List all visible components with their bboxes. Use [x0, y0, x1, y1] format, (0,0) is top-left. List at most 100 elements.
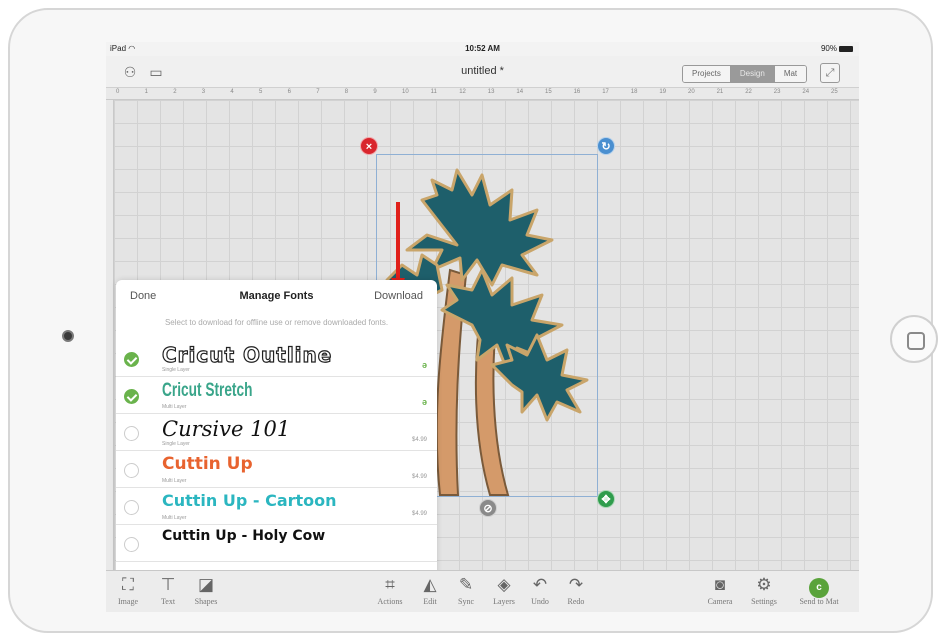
ruler-mark: 9	[373, 89, 377, 95]
font-row[interactable]: Cricut Outline Single Layer ә	[116, 340, 437, 377]
battery-indicator: 90%	[821, 44, 853, 53]
font-row[interactable]: Cricut Stretch Multi Layer ә	[116, 377, 437, 414]
camera-icon: ◙	[714, 575, 726, 594]
checkmark-icon[interactable]	[124, 389, 139, 404]
ruler-mark: 21	[716, 89, 724, 95]
redo-icon: ↷	[568, 575, 584, 594]
image-add-icon: ⛶	[122, 575, 134, 594]
ruler-mark: 11	[430, 89, 437, 95]
send-to-mat-button[interactable]: c Send to Mat	[794, 575, 844, 606]
shapes-button[interactable]: ◪ Shapes	[186, 575, 226, 606]
status-bar: iPad ◠ 10:52 AM 90%	[106, 42, 859, 56]
layers-icon: ◈	[497, 575, 511, 594]
app-screen: iPad ◠ 10:52 AM 90% ⚇ ▭ untitled * Proje…	[106, 42, 859, 612]
font-row[interactable]: Cuttin Up - Holy Cow	[116, 525, 437, 562]
undo-button[interactable]: ↶ Undo	[520, 575, 560, 606]
ruler-mark: 7	[316, 89, 320, 95]
redo-button[interactable]: ↷ Redo	[556, 575, 596, 606]
edit-button[interactable]: ◭ Edit	[410, 575, 450, 606]
panel-header: Done Manage Fonts Download	[116, 280, 437, 312]
font-type: Single Layer	[162, 367, 190, 373]
ruler-mark: 4	[230, 89, 234, 95]
download-button[interactable]: Download	[374, 290, 423, 302]
manage-fonts-panel: Done Manage Fonts Download Select to dow…	[116, 280, 437, 612]
rotate-handle-icon[interactable]: ↻	[597, 137, 615, 155]
ruler-mark: 12	[459, 89, 466, 95]
view-segmented-control: Projects Design Mat	[682, 65, 808, 83]
unchecked-circle-icon[interactable]	[124, 463, 139, 478]
unchecked-circle-icon[interactable]	[124, 537, 139, 552]
ruler-mark: 5	[259, 89, 263, 95]
delete-handle-icon[interactable]: ×	[360, 137, 378, 155]
panel-subtitle: Select to download for offline use or re…	[164, 318, 389, 327]
font-price: $4.99	[411, 511, 427, 517]
ruler-mark: 23	[773, 89, 781, 95]
tab-mat[interactable]: Mat	[774, 66, 807, 82]
ruler-mark: 6	[287, 89, 291, 95]
edit-icon: ◭	[423, 575, 437, 594]
ruler-mark: 25	[831, 89, 838, 95]
font-type: Multi Layer	[162, 478, 187, 484]
undo-icon: ↶	[532, 575, 548, 594]
home-button[interactable]	[890, 315, 938, 363]
sync-button[interactable]: ✎ Sync	[446, 575, 486, 606]
ruler-mark: 10	[402, 89, 409, 95]
horizontal-ruler: 0 1 2 3 4 5 6 7 8 9 10 11 12 13 14 15 16 17 18 19 20 21 22 23 24…	[106, 88, 859, 100]
ruler-mark: 13	[487, 89, 495, 95]
actions-button[interactable]: ⌗ Actions	[370, 575, 410, 606]
battery-icon	[839, 45, 853, 52]
ruler-mark: 2	[173, 89, 177, 95]
settings-button[interactable]: ⚙ Settings	[744, 575, 784, 606]
font-name: Cuttin Up - Cartoon	[162, 491, 337, 510]
camera-button[interactable]: ◙ Camera	[700, 575, 740, 606]
nav-bar: ⚇ ▭ untitled * Projects Design Mat ⤢	[106, 56, 859, 88]
ruler-mark: 22	[745, 89, 752, 95]
unchecked-circle-icon[interactable]	[124, 500, 139, 515]
text-add-icon: ⊤	[160, 575, 176, 594]
resize-handle-icon[interactable]: ✥	[597, 490, 615, 508]
ruler-mark: 19	[659, 89, 667, 95]
ruler-mark: 17	[602, 89, 609, 95]
ruler-mark: 1	[144, 89, 148, 95]
unchecked-circle-icon[interactable]	[124, 426, 139, 441]
clock: 10:52 AM	[465, 44, 500, 53]
vertical-ruler	[106, 100, 114, 570]
font-name: Cricut Stretch	[162, 380, 253, 401]
font-type: Multi Layer	[162, 515, 187, 521]
ruler-mark: 3	[201, 89, 206, 95]
font-name: Cricut Outline	[161, 342, 333, 367]
downloaded-icon: ә	[421, 360, 427, 370]
gear-icon: ⚙	[756, 575, 772, 594]
bottom-toolbar: ⛶ Image ⊤ Text ◪ Shapes ⌗ Actions ◭ Edit…	[106, 570, 859, 612]
font-name: Cuttin Up	[162, 454, 253, 474]
ruler-mark: 24	[802, 89, 810, 95]
ruler-mark: 15	[545, 89, 552, 95]
font-list: Cricut Outline Single Layer ә Cricut Str…	[116, 340, 437, 562]
send-to-mat-icon: c	[809, 578, 829, 598]
front-camera	[62, 330, 74, 342]
font-row[interactable]: Cuttin Up - Cartoon Multi Layer $4.99	[116, 488, 437, 525]
ruler-mark: 16	[573, 89, 581, 95]
font-type: Single Layer	[162, 441, 190, 447]
sync-icon: ✎	[458, 575, 474, 594]
font-name: Cuttin Up - Holy Cow	[162, 528, 326, 544]
downloaded-icon: ә	[421, 397, 427, 407]
ruler-mark: 8	[344, 89, 349, 95]
ruler-mark: 18	[630, 89, 638, 95]
actions-icon: ⌗	[385, 575, 395, 594]
shapes-add-icon: ◪	[197, 575, 215, 594]
layers-button[interactable]: ◈ Layers	[484, 575, 524, 606]
checkmark-icon[interactable]	[124, 352, 139, 367]
text-button[interactable]: ⊤ Text	[148, 575, 188, 606]
ruler-mark: 20	[688, 89, 695, 95]
lock-handle-icon[interactable]: ⊘	[479, 499, 497, 517]
image-button[interactable]: ⛶ Image	[108, 575, 148, 606]
tab-design[interactable]: Design	[730, 66, 775, 82]
fullscreen-icon[interactable]: ⤢	[820, 63, 840, 83]
font-row[interactable]: Cursive 101 Single Layer $4.99	[116, 414, 437, 451]
tab-projects[interactable]: Projects	[683, 66, 731, 82]
font-price: $4.99	[411, 437, 427, 443]
font-type: Multi Layer	[162, 404, 187, 410]
ruler-mark: 14	[516, 89, 524, 95]
font-row[interactable]: Cuttin Up Multi Layer $4.99	[116, 451, 437, 488]
